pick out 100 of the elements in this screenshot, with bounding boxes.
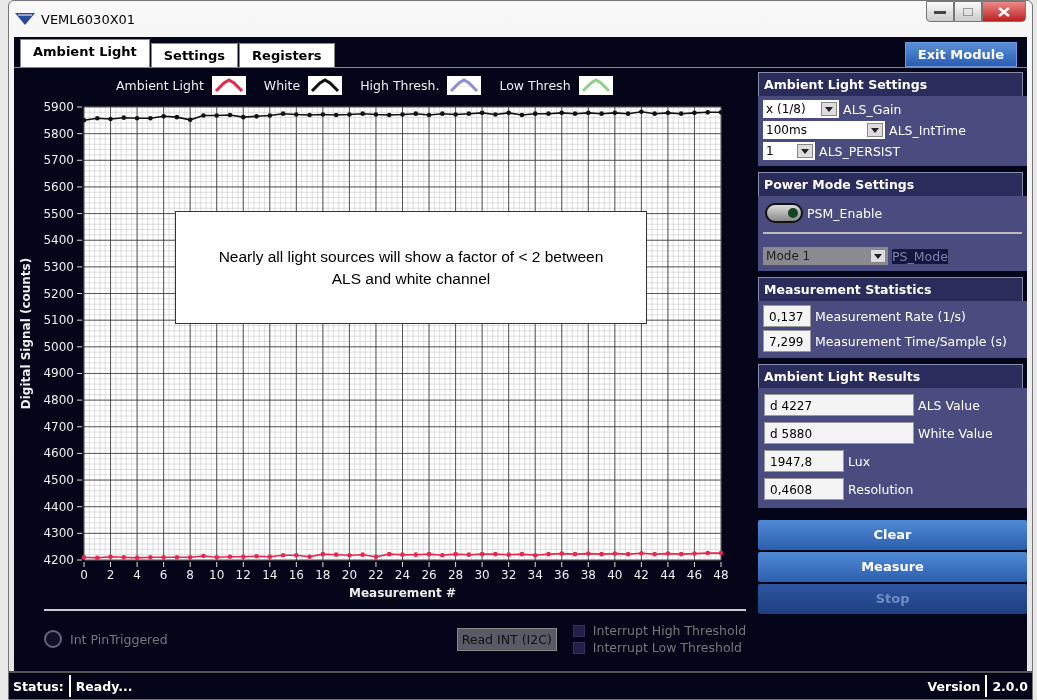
readout-field: d 4227 xyxy=(764,394,915,416)
data-point xyxy=(360,111,365,116)
legend-label: Ambient Light xyxy=(116,77,204,93)
data-point xyxy=(294,112,299,117)
data-point xyxy=(426,551,432,557)
y-tick-label: 5400 xyxy=(43,233,74,248)
data-point xyxy=(227,554,233,560)
close-button[interactable] xyxy=(982,1,1026,22)
data-point xyxy=(134,555,140,561)
x-tick-label: 24 xyxy=(394,568,411,582)
data-point xyxy=(134,115,140,121)
y-tick-label: 5500 xyxy=(43,206,74,221)
x-tick-label: 30 xyxy=(474,568,490,582)
x-tick-label: 0 xyxy=(80,568,88,582)
data-point xyxy=(400,552,405,557)
y-tick-label: 5100 xyxy=(43,313,74,328)
tab[interactable]: Registers xyxy=(239,43,335,67)
field-label: ALS_IntTime xyxy=(889,122,966,138)
data-point xyxy=(81,555,87,560)
dropdown[interactable]: x (1/8) xyxy=(763,100,840,118)
x-tick-label: 18 xyxy=(315,568,331,582)
data-point xyxy=(227,112,233,118)
window-title: VEML6030X01 xyxy=(41,11,136,27)
data-point xyxy=(692,110,697,116)
data-point xyxy=(440,111,445,116)
exit-module-button[interactable]: Exit Module xyxy=(904,41,1017,67)
data-point xyxy=(174,114,180,120)
data-point xyxy=(254,114,259,119)
dropdown[interactable]: 1 xyxy=(763,142,816,160)
data-point xyxy=(559,551,565,556)
action-button[interactable]: Clear xyxy=(758,520,1027,550)
data-point xyxy=(493,112,498,117)
minimize-button[interactable] xyxy=(926,1,954,22)
data-point xyxy=(612,551,618,556)
data-point xyxy=(320,112,326,117)
y-tick-label: 4600 xyxy=(43,446,74,461)
data-point xyxy=(466,552,472,557)
data-point xyxy=(559,110,565,116)
data-point xyxy=(599,111,604,116)
x-tick-label: 38 xyxy=(580,568,596,582)
data-point xyxy=(413,111,419,116)
data-point xyxy=(81,118,87,123)
maximize-button[interactable] xyxy=(954,1,982,22)
data-point xyxy=(214,555,219,560)
data-point xyxy=(108,116,113,122)
readout-label: Resolution xyxy=(848,481,914,497)
data-point xyxy=(453,551,458,557)
data-point xyxy=(148,115,153,121)
data-point xyxy=(400,112,405,117)
data-point xyxy=(479,551,485,557)
data-point xyxy=(692,551,697,556)
x-tick-label: 34 xyxy=(527,568,543,582)
x-tick-label: 48 xyxy=(713,568,729,582)
data-point xyxy=(665,551,671,556)
readout-label: Lux xyxy=(848,453,871,469)
data-point xyxy=(718,550,724,556)
data-point xyxy=(333,552,339,557)
toggle-switch[interactable] xyxy=(765,203,804,223)
data-point xyxy=(506,110,511,116)
section-header: Measurement Statistics xyxy=(758,277,1023,301)
x-axis-title: Measurement # xyxy=(348,586,457,600)
checkbox[interactable] xyxy=(572,641,585,654)
y-tick-label: 4300 xyxy=(43,526,74,541)
action-button[interactable]: Measure xyxy=(758,552,1027,582)
data-point xyxy=(718,110,724,115)
data-point xyxy=(612,110,618,116)
x-tick-label: 40 xyxy=(607,568,623,582)
app-logo-icon xyxy=(15,13,35,25)
x-tick-label: 14 xyxy=(262,568,278,582)
y-axis-title: Digital Signal (counts) xyxy=(19,257,33,410)
y-tick-label: 4900 xyxy=(43,366,74,381)
data-point xyxy=(267,113,273,118)
data-point xyxy=(413,552,419,557)
data-point xyxy=(347,552,352,558)
readout-field: 1947,8 xyxy=(764,450,845,472)
data-point xyxy=(373,554,379,560)
checkbox[interactable] xyxy=(572,624,585,637)
data-point xyxy=(493,551,498,557)
data-point xyxy=(121,115,127,120)
x-tick-label: 20 xyxy=(341,568,358,582)
legend-label: Low Thresh xyxy=(499,77,571,93)
x-tick-label: 16 xyxy=(288,568,304,582)
maximize-icon xyxy=(963,7,973,16)
data-point xyxy=(214,113,219,118)
y-tick-label: 5000 xyxy=(43,339,74,354)
data-point xyxy=(678,551,684,557)
x-tick-label: 44 xyxy=(660,568,676,582)
checkbox-label: Interrupt Low Threshold xyxy=(592,640,742,655)
x-tick-label: 10 xyxy=(209,568,225,582)
tab[interactable]: Settings xyxy=(150,43,239,67)
section-header: Ambient Light Settings xyxy=(758,72,1023,96)
y-tick-label: 4500 xyxy=(43,473,74,488)
data-point xyxy=(161,555,166,560)
y-tick-label: 5600 xyxy=(43,179,74,194)
data-point xyxy=(586,110,591,116)
data-point xyxy=(267,554,273,560)
data-point xyxy=(466,111,472,116)
tab[interactable]: Ambient Light xyxy=(20,39,150,67)
dropdown[interactable]: 100ms xyxy=(763,121,886,139)
y-tick-label: 5800 xyxy=(43,126,74,141)
